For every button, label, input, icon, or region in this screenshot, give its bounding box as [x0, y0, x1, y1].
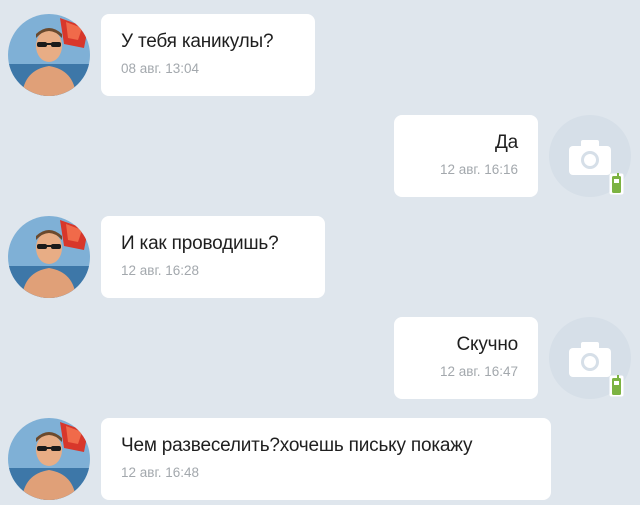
message-text: Скучно	[456, 334, 518, 355]
message-row: Чем развеселить?хочешь письку покажу 12 …	[0, 404, 640, 500]
user-avatar[interactable]	[8, 418, 90, 500]
message-bubble[interactable]: Чем развеселить?хочешь письку покажу 12 …	[101, 418, 551, 500]
message-bubble[interactable]: У тебя каникулы? 08 авг. 13:04	[101, 14, 315, 96]
message-row: У тебя каникулы? 08 авг. 13:04	[0, 0, 640, 96]
message-text: У тебя каникулы?	[121, 31, 274, 52]
user-photo-icon	[8, 418, 90, 500]
message-bubble[interactable]: Да 12 авг. 16:16	[394, 115, 538, 197]
user-photo-icon	[8, 14, 90, 96]
user-photo-icon	[8, 216, 90, 298]
message-time: 12 авг. 16:28	[121, 263, 200, 278]
user-avatar[interactable]	[8, 14, 90, 96]
message-text: И как проводишь?	[121, 233, 279, 254]
mobile-phone-icon	[609, 173, 624, 195]
message-text: Чем развеселить?хочешь письку покажу	[121, 435, 473, 456]
message-time: 08 авг. 13:04	[121, 61, 200, 76]
user-avatar[interactable]	[8, 216, 90, 298]
message-row: Да 12 авг. 16:16	[0, 101, 640, 197]
message-row: Скучно 12 авг. 16:47	[0, 303, 640, 399]
message-time: 12 авг. 16:48	[121, 465, 200, 480]
message-time: 12 авг. 16:16	[439, 162, 518, 177]
message-bubble[interactable]: Скучно 12 авг. 16:47	[394, 317, 538, 399]
mobile-phone-icon	[609, 375, 624, 397]
message-time: 12 авг. 16:47	[439, 364, 518, 379]
message-text: Да	[494, 132, 518, 153]
message-row: И как проводишь? 12 авг. 16:28	[0, 202, 640, 298]
message-bubble[interactable]: И как проводишь? 12 авг. 16:28	[101, 216, 325, 298]
